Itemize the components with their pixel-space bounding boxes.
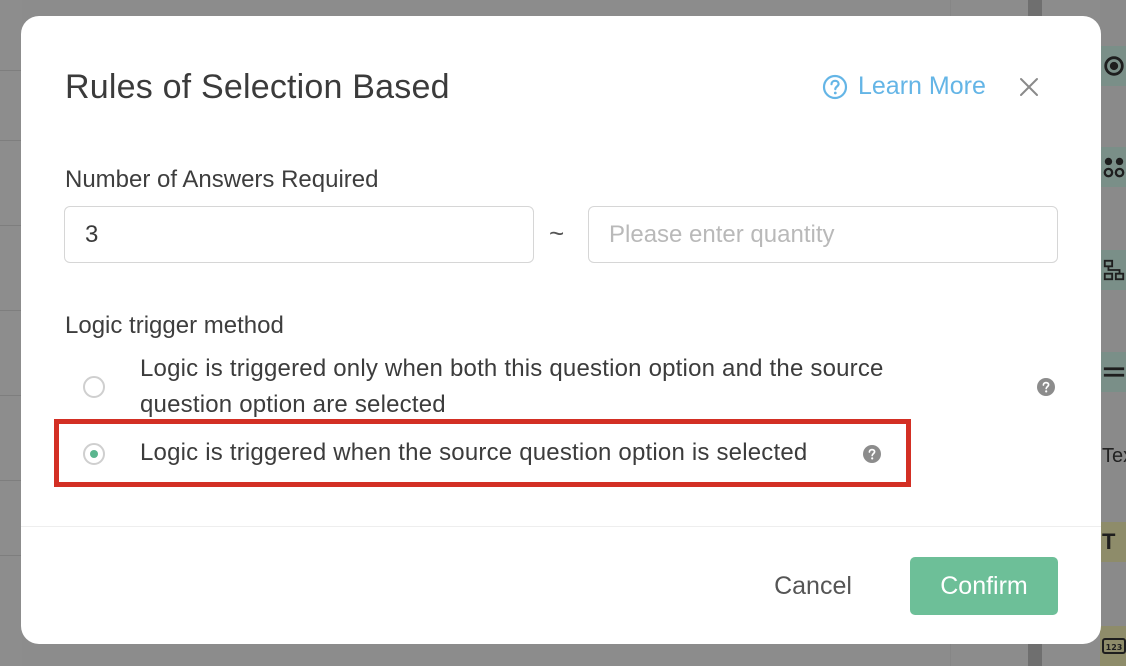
answers-required-label: Number of Answers Required xyxy=(65,166,379,193)
min-answers-input[interactable] xyxy=(64,206,534,263)
background-divider xyxy=(0,225,22,226)
trigger-option-both-line2: question option are selected xyxy=(140,391,446,418)
background-divider xyxy=(0,140,22,141)
background-divider xyxy=(0,70,22,71)
text-question-icon: T xyxy=(1100,522,1126,562)
trigger-option-both-line1: Logic is triggered only when both this q… xyxy=(140,355,884,382)
selection-rules-dialog: Rules of Selection Based Learn More Numb… xyxy=(21,16,1101,644)
multiple-choice-icon xyxy=(1100,147,1126,187)
question-circle-filled-icon[interactable] xyxy=(863,445,881,463)
radio-question-icon xyxy=(1100,46,1126,86)
background-left-column xyxy=(0,0,22,666)
background-divider xyxy=(0,310,22,311)
radio-both[interactable] xyxy=(83,376,105,398)
matrix-icon xyxy=(1100,352,1126,392)
trigger-option-source-label: Logic is triggered when the source quest… xyxy=(140,439,808,466)
max-answers-input[interactable] xyxy=(588,206,1058,263)
learn-more-label: Learn More xyxy=(858,72,986,100)
cancel-button[interactable]: Cancel xyxy=(753,557,873,615)
question-circle-icon xyxy=(822,74,848,99)
trigger-option-both-label: Logic is triggered only when both this q… xyxy=(140,351,980,423)
background-divider xyxy=(0,555,22,556)
radio-source[interactable] xyxy=(83,443,105,465)
cascade-icon xyxy=(1100,250,1126,290)
range-separator: ~ xyxy=(549,218,565,248)
background-text-tile: Tex xyxy=(1102,444,1126,467)
close-icon xyxy=(1020,78,1038,96)
close-button[interactable] xyxy=(1017,75,1041,99)
confirm-button[interactable]: Confirm xyxy=(910,557,1058,615)
footer-divider xyxy=(21,526,1101,527)
background-divider xyxy=(0,480,22,481)
question-circle-filled-icon[interactable] xyxy=(1037,378,1055,396)
number-question-icon: 123 xyxy=(1100,626,1126,666)
learn-more-link[interactable]: Learn More xyxy=(822,72,986,101)
trigger-method-label: Logic trigger method xyxy=(65,312,284,339)
background-divider xyxy=(0,395,22,396)
background-right-panel xyxy=(1100,0,1126,666)
dialog-title: Rules of Selection Based xyxy=(65,68,450,106)
svg-text:123: 123 xyxy=(1106,643,1123,652)
